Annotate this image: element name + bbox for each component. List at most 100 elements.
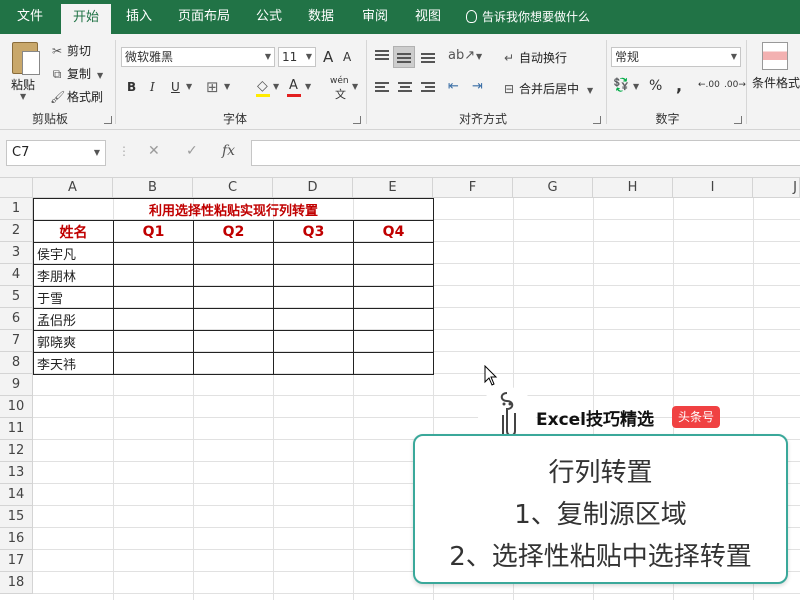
tell-me-box[interactable]: 告诉我你想要做什么 <box>466 0 590 34</box>
header-cell[interactable]: Q2 <box>193 220 274 243</box>
tab-formulas[interactable]: 公式 <box>246 0 292 34</box>
row-header[interactable]: 2 <box>0 220 33 242</box>
drag-handle-icon[interactable]: ⋮ <box>118 144 130 158</box>
row-header[interactable]: 6 <box>0 308 33 330</box>
cell[interactable] <box>193 264 274 287</box>
accounting-dropdown-icon[interactable]: ▼ <box>633 82 639 91</box>
conditional-format-button[interactable]: 条件格式 <box>752 74 800 91</box>
formula-input[interactable] <box>251 140 800 166</box>
column-header[interactable]: J <box>753 178 800 198</box>
column-header[interactable]: H <box>593 178 673 198</box>
tab-page-layout[interactable]: 页面布局 <box>172 0 236 34</box>
cell[interactable] <box>113 264 194 287</box>
tab-data[interactable]: 数据 <box>298 0 344 34</box>
cell[interactable] <box>113 308 194 331</box>
cut-button[interactable]: ✂ 剪切 <box>50 42 91 59</box>
merge-center-button[interactable]: ⊟ 合并后居中 ▼ <box>502 80 593 97</box>
fill-color-icon[interactable]: ◇ <box>257 78 268 94</box>
format-painter-button[interactable]: 🖌 格式刷 <box>50 88 103 105</box>
tab-home[interactable]: 开始 <box>61 4 111 34</box>
cell[interactable] <box>353 286 434 309</box>
percent-button[interactable]: % <box>649 78 662 94</box>
row-header[interactable]: 16 <box>0 528 33 550</box>
cell[interactable] <box>113 352 194 375</box>
phonetic-button[interactable]: wén <box>330 76 349 86</box>
row-header[interactable]: 8 <box>0 352 33 374</box>
column-header[interactable]: D <box>273 178 353 198</box>
cell[interactable] <box>193 308 274 331</box>
cell[interactable] <box>273 308 354 331</box>
phonetic-dropdown-icon[interactable]: ▼ <box>352 82 358 91</box>
wrap-text-button[interactable]: ↵ 自动换行 <box>502 49 567 66</box>
font-name-select[interactable]: 微软雅黑 ▼ <box>121 47 275 67</box>
font-launcher-icon[interactable] <box>353 116 361 124</box>
cell[interactable] <box>273 286 354 309</box>
cell[interactable] <box>193 242 274 265</box>
name-cell[interactable]: 李天祎 <box>33 352 114 375</box>
increase-indent-icon[interactable]: ⇥ <box>472 79 483 94</box>
cell[interactable] <box>273 352 354 375</box>
align-bottom-button[interactable] <box>418 46 438 66</box>
conditional-format-icon[interactable] <box>762 42 788 70</box>
alignment-launcher-icon[interactable] <box>593 116 601 124</box>
cell[interactable] <box>273 264 354 287</box>
name-cell[interactable]: 侯宇凡 <box>33 242 114 265</box>
name-cell[interactable]: 李朋林 <box>33 264 114 287</box>
number-format-select[interactable]: 常规 ▼ <box>611 47 741 67</box>
cancel-icon[interactable]: ✕ <box>148 143 160 159</box>
header-cell[interactable]: Q4 <box>353 220 434 243</box>
column-header[interactable]: F <box>433 178 513 198</box>
row-header[interactable]: 1 <box>0 198 33 220</box>
cell[interactable] <box>353 264 434 287</box>
name-cell[interactable]: 于雪 <box>33 286 114 309</box>
align-center-button[interactable] <box>395 78 415 98</box>
font-color-button[interactable]: A <box>289 78 298 93</box>
orientation-icon[interactable]: ab↗ <box>448 48 475 63</box>
row-header[interactable]: 14 <box>0 484 33 506</box>
insert-function-button[interactable]: fx <box>222 143 235 159</box>
accounting-format-icon[interactable]: 💱 <box>613 78 629 93</box>
bold-button[interactable]: B <box>127 80 136 94</box>
shrink-font-button[interactable]: A <box>343 50 351 64</box>
row-header[interactable]: 12 <box>0 440 33 462</box>
row-header[interactable]: 3 <box>0 242 33 264</box>
row-header[interactable]: 9 <box>0 374 33 396</box>
orientation-dropdown-icon[interactable]: ▼ <box>476 52 482 61</box>
cell[interactable] <box>113 330 194 353</box>
row-header[interactable]: 15 <box>0 506 33 528</box>
paste-dropdown-icon[interactable]: ▼ <box>20 92 26 101</box>
paste-button[interactable]: 粘贴 <box>11 76 35 93</box>
enter-icon[interactable]: ✓ <box>186 143 198 159</box>
copy-button[interactable]: ⧉ 复制 ▼ <box>50 65 103 82</box>
comma-button[interactable]: , <box>676 76 682 95</box>
fill-dropdown-icon[interactable]: ▼ <box>273 82 279 91</box>
table-title[interactable]: 利用选择性粘贴实现行列转置 <box>33 198 434 221</box>
column-header[interactable]: G <box>513 178 593 198</box>
row-header[interactable]: 4 <box>0 264 33 286</box>
merge-dropdown-icon[interactable]: ▼ <box>587 86 593 95</box>
font-size-select[interactable]: 11 ▼ <box>278 47 316 67</box>
paste-icon[interactable] <box>12 42 40 75</box>
cell[interactable] <box>273 242 354 265</box>
cell[interactable] <box>353 242 434 265</box>
underline-button[interactable]: U <box>171 80 180 94</box>
column-header[interactable]: I <box>673 178 753 198</box>
number-launcher-icon[interactable] <box>734 116 742 124</box>
header-cell[interactable]: 姓名 <box>33 220 114 243</box>
grow-font-button[interactable]: A <box>323 48 333 66</box>
column-header[interactable]: E <box>353 178 433 198</box>
clipboard-launcher-icon[interactable] <box>104 116 112 124</box>
cell[interactable] <box>353 308 434 331</box>
cell[interactable] <box>193 286 274 309</box>
cell[interactable] <box>193 352 274 375</box>
row-header[interactable]: 7 <box>0 330 33 352</box>
align-left-button[interactable] <box>372 78 392 98</box>
column-header[interactable]: A <box>33 178 113 198</box>
borders-dropdown-icon[interactable]: ▼ <box>224 82 230 91</box>
name-cell[interactable]: 孟侣彤 <box>33 308 114 331</box>
tab-view[interactable]: 视图 <box>405 0 451 34</box>
row-header[interactable]: 5 <box>0 286 33 308</box>
cell[interactable] <box>193 330 274 353</box>
cell[interactable] <box>113 242 194 265</box>
select-all-corner[interactable] <box>0 178 33 198</box>
